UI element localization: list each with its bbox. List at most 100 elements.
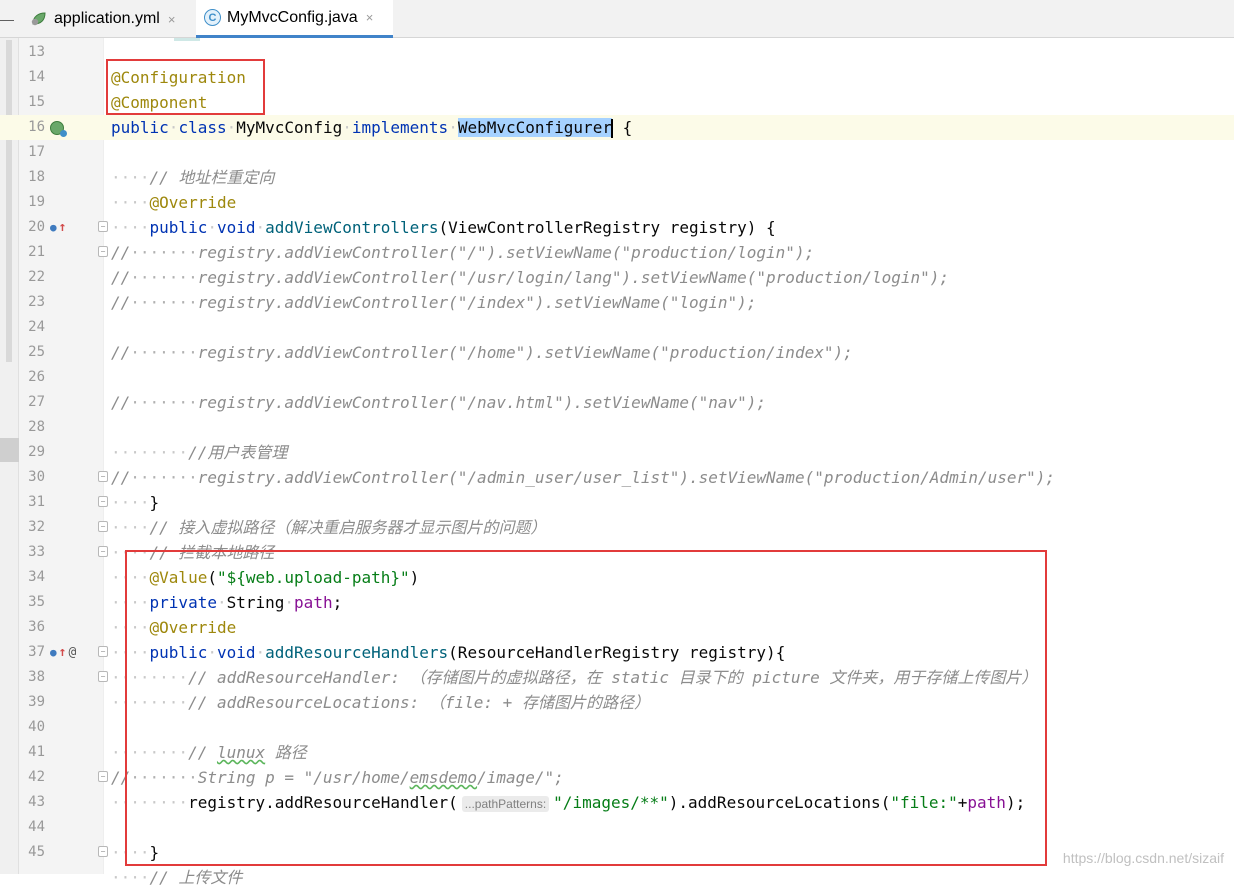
tab-application-yml[interactable]: application.yml × [30,0,183,38]
line-number[interactable]: 16 [19,115,45,140]
at-sign-icon[interactable]: @ [68,644,76,662]
code-line: 14 @Configuration [0,65,1234,90]
code-text[interactable]: ········// addResourceLocations: （file: … [111,690,650,715]
arrow-up-icon[interactable]: ↑ [59,219,67,237]
code-line: 28 [0,415,1234,440]
line-number[interactable]: 20 [19,215,45,240]
code-text[interactable]: ····// 接入虚拟路径（解决重启服务器才显示图片的问题） [111,515,546,540]
tab-mymvcconfig-java[interactable]: C MyMvcConfig.java × [196,0,393,38]
code-text[interactable]: ····// 拦截本地路径 [111,540,274,565]
line-number[interactable]: 32 [19,515,45,540]
tab-close-icon[interactable]: × [366,10,374,25]
code-text[interactable]: //·······registry.addViewController("/ho… [111,340,853,365]
fold-toggle-icon[interactable]: − [98,471,108,482]
code-editor[interactable]: 13 14 @Configuration 15 @Component 16 pu… [0,38,1234,887]
code-line: 41 ········// lunux 路径 [0,740,1234,765]
line-number[interactable]: 44 [19,815,45,840]
line-number[interactable]: 34 [19,565,45,590]
line-number[interactable]: 19 [19,190,45,215]
code-text[interactable]: ····// 上传文件 [111,865,242,890]
line-number[interactable]: 24 [19,315,45,340]
code-text[interactable]: ········registry.addResourceHandler(...p… [111,790,1025,815]
override-marker-icon[interactable]: ● [50,219,57,237]
line-number[interactable]: 40 [19,715,45,740]
line-number[interactable]: 42 [19,765,45,790]
code-text[interactable]: //·······registry.addViewController("/")… [111,240,814,265]
line-number[interactable]: 26 [19,365,45,390]
line-number[interactable]: 30 [19,465,45,490]
line-number[interactable]: 33 [19,540,45,565]
code-text[interactable]: @Configuration [111,65,246,90]
line-number[interactable]: 25 [19,340,45,365]
line-number[interactable]: 31 [19,490,45,515]
override-marker-icon[interactable]: ● [50,644,57,662]
code-text[interactable]: public·class·MyMvcConfig·implements·WebM… [111,115,632,140]
code-text[interactable]: ····@Override [111,615,236,640]
code-line: 17 [0,140,1234,165]
line-number[interactable]: 29 [19,440,45,465]
code-text[interactable]: ········//用户表管理 [111,440,287,465]
tab-label: MyMvcConfig.java [227,8,358,26]
code-text[interactable]: ····// 地址栏重定向 [111,165,274,190]
fold-toggle-icon[interactable]: − [98,521,108,532]
code-text[interactable]: ····private·String·path; [111,590,342,615]
line-number[interactable]: 37 [19,640,45,665]
code-line: 20 ● ↑ − ····public·void·addViewControlle… [0,215,1234,240]
fold-toggle-icon[interactable]: − [98,221,108,232]
code-line: 35 ····private·String·path; [0,590,1234,615]
line-number[interactable]: 35 [19,590,45,615]
fold-toggle-icon[interactable]: − [98,496,108,507]
code-line: ····// 上传文件 [0,865,1234,890]
code-line: 30 − //·······registry.addViewController… [0,465,1234,490]
code-line-current: 16 public·class·MyMvcConfig·implements·W… [0,115,1234,140]
fold-toggle-icon[interactable]: − [98,246,108,257]
code-text[interactable]: ····@Value("${web.upload-path}") [111,565,419,590]
line-number[interactable]: 15 [19,90,45,115]
code-line: 43 ········registry.addResourceHandler(.… [0,790,1234,815]
spring-bean-icon[interactable] [50,121,67,137]
fold-toggle-icon[interactable]: − [98,671,108,682]
fold-toggle-icon[interactable]: − [98,846,108,857]
code-text[interactable]: ····} [111,490,159,515]
line-number[interactable]: 43 [19,790,45,815]
fold-toggle-icon[interactable]: − [98,646,108,657]
code-text[interactable]: ····} [111,840,159,865]
line-number[interactable]: 22 [19,265,45,290]
tab-close-icon[interactable]: × [168,12,176,27]
code-text[interactable]: //·······String p = "/usr/home/emsdemo/i… [111,765,564,790]
code-text[interactable]: //·······registry.addViewController("/ad… [111,465,1055,490]
line-number[interactable]: 14 [19,65,45,90]
spring-yml-icon [30,11,48,27]
fold-toggle-icon[interactable]: − [98,771,108,782]
code-text[interactable]: ········// lunux 路径 [111,740,307,765]
line-number[interactable]: 17 [19,140,45,165]
line-number[interactable]: 13 [19,40,45,65]
code-line: 26 [0,365,1234,390]
line-number[interactable]: 21 [19,240,45,265]
arrow-up-icon[interactable]: ↑ [59,644,67,662]
tab-bar-menu-icon[interactable]: — [0,6,14,32]
line-number[interactable]: 23 [19,290,45,315]
line-number[interactable]: 39 [19,690,45,715]
line-number[interactable]: 27 [19,390,45,415]
code-text[interactable]: ····public·void·addViewControllers(ViewC… [111,215,776,240]
line-number[interactable]: 45 [19,840,45,865]
line-number[interactable]: 36 [19,615,45,640]
code-line: 31 − ····} [0,490,1234,515]
line-number[interactable]: 38 [19,665,45,690]
code-line: 44 [0,815,1234,840]
line-number[interactable]: 18 [19,165,45,190]
code-text[interactable]: @Component [111,90,207,115]
code-text[interactable]: //·······registry.addViewController("/us… [111,265,949,290]
code-line: 29 ········//用户表管理 [0,440,1234,465]
editor-tab-bar: — application.yml × C MyMvcConfig.java × [0,0,1234,38]
code-text[interactable]: //·······registry.addViewController("/in… [111,290,756,315]
line-number[interactable]: 41 [19,740,45,765]
code-text[interactable]: //·······registry.addViewController("/na… [111,390,766,415]
code-text[interactable]: ········// addResourceHandler: （存储图片的虚拟路… [111,665,1037,690]
code-line: 33 − ····// 拦截本地路径 [0,540,1234,565]
line-number[interactable]: 28 [19,415,45,440]
code-text[interactable]: ····public·void·addResourceHandlers(Reso… [111,640,785,665]
code-text[interactable]: ····@Override [111,190,236,215]
fold-toggle-icon[interactable]: − [98,546,108,557]
